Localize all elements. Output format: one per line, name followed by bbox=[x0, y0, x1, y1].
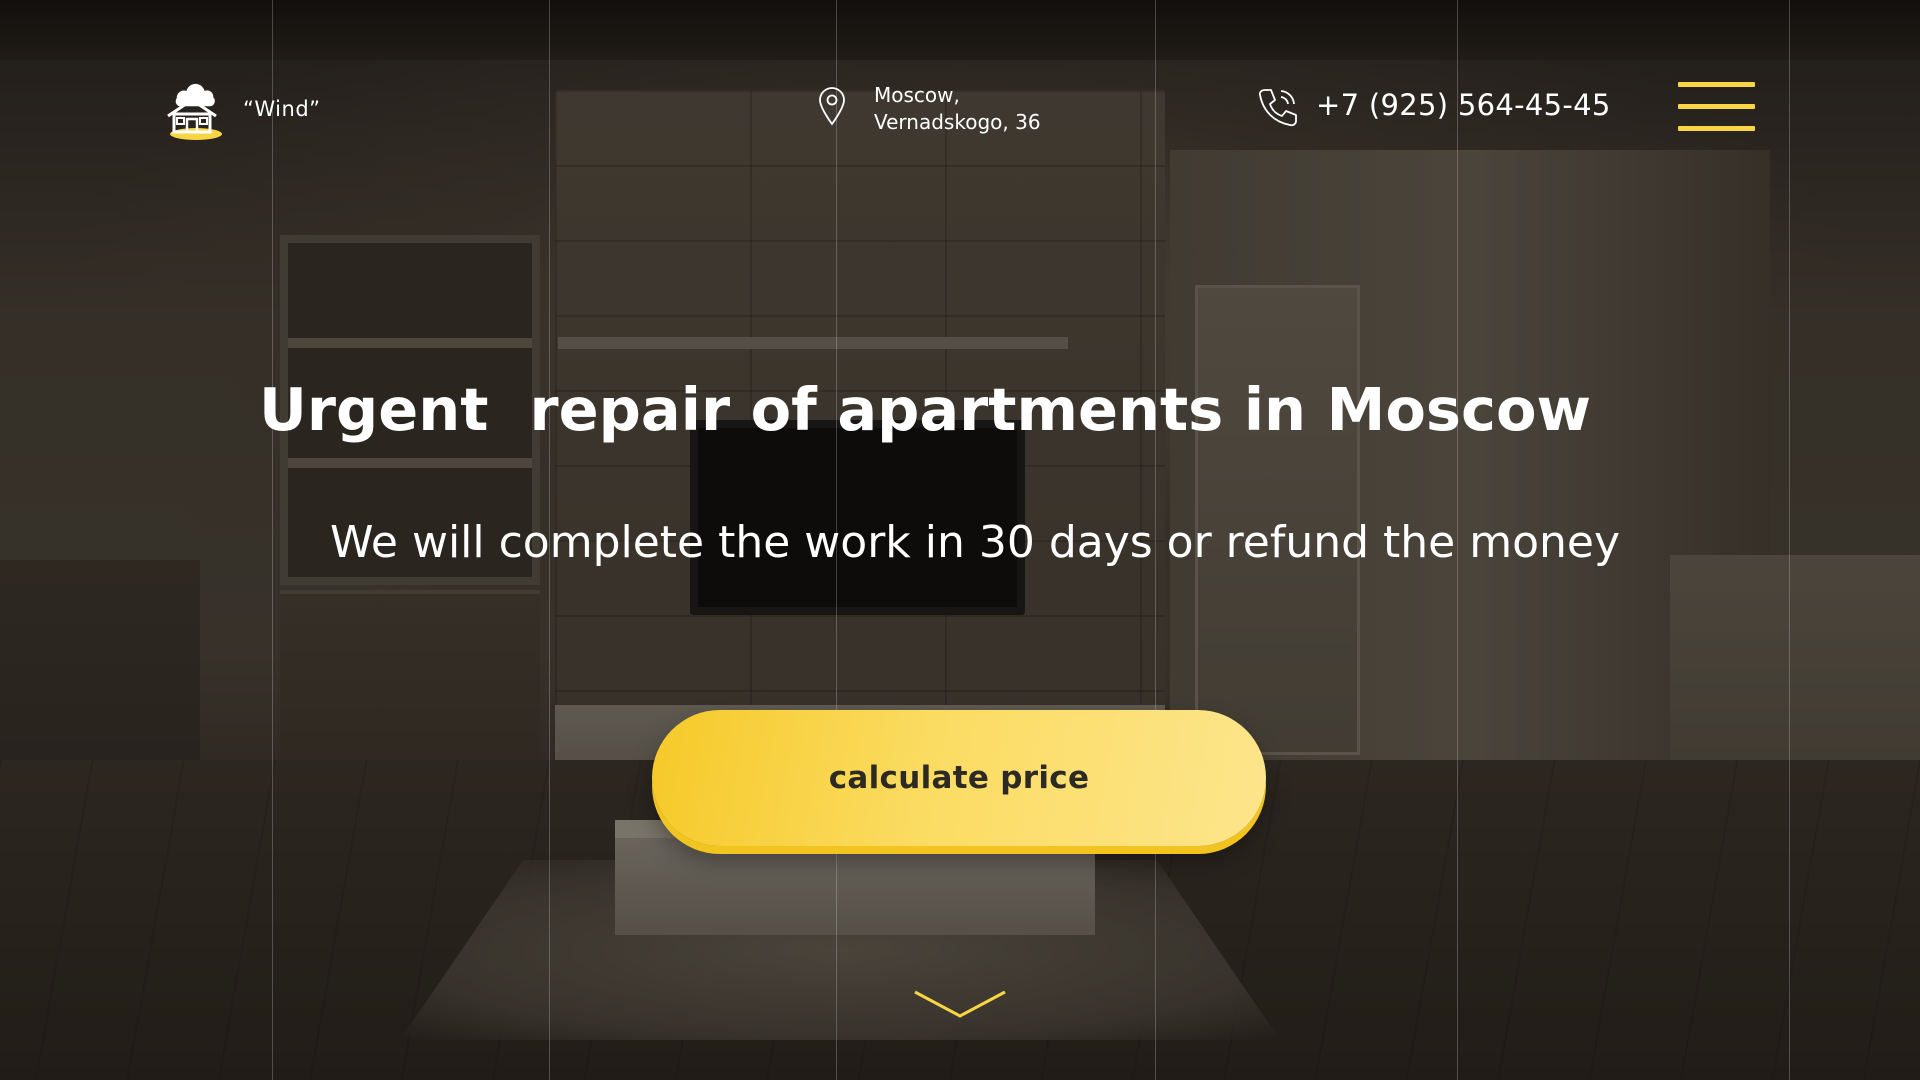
hero-subtitle: We will complete the work in 30 days or … bbox=[329, 517, 1621, 568]
phone-number[interactable]: +7 (925) 564-45-45 bbox=[1316, 88, 1611, 122]
hero-title: Urgent repair of apartments in Moscow bbox=[259, 375, 1591, 444]
hamburger-menu-icon[interactable] bbox=[1678, 82, 1755, 132]
calculate-price-button[interactable]: calculate price bbox=[652, 710, 1266, 846]
address-street: Vernadskogo, 36 bbox=[874, 110, 1041, 134]
house-cloud-logo[interactable] bbox=[162, 76, 226, 142]
address-city: Moscow, bbox=[874, 83, 960, 107]
site-header: “Wind” Moscow, Vernadskogo, 36 +7 (925) … bbox=[0, 70, 1920, 150]
address: Moscow, Vernadskogo, 36 bbox=[874, 82, 1041, 136]
location-pin-icon bbox=[817, 86, 847, 126]
chevron-down-icon[interactable] bbox=[913, 988, 1007, 1020]
brand-name[interactable]: “Wind” bbox=[243, 97, 321, 121]
phone-icon bbox=[1256, 85, 1300, 129]
